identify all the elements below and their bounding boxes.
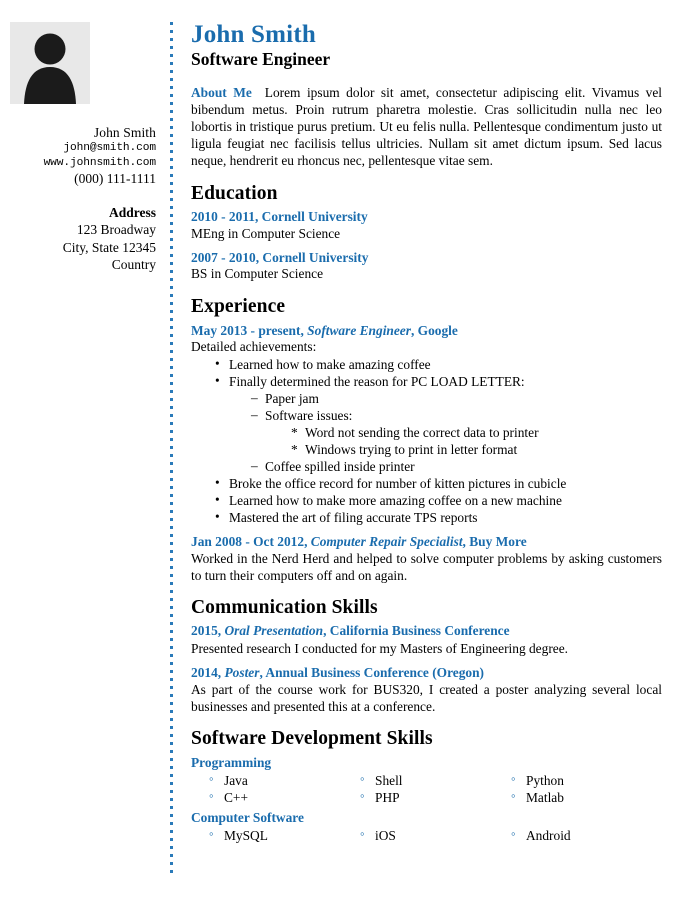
skill-group-title: Computer Software (191, 809, 304, 825)
list-item: Learned how to make amazing coffee (215, 356, 662, 373)
experience-description: Worked in the Nerd Herd and helped to so… (191, 551, 662, 584)
avatar-container (0, 22, 156, 104)
experience-entry-head: May 2013 - present, Software Engineer, G… (191, 323, 662, 339)
contact-name: John Smith (93, 125, 156, 140)
communication-year: 2015, (191, 623, 225, 639)
section-heading-dev-skills: Software Development Skills (191, 727, 433, 749)
experience-date: Jan 2008 - Oct 2012, (191, 533, 311, 549)
list-item-text: Paper jam (265, 391, 319, 406)
list-item: Word not sending the correct data to pri… (291, 424, 662, 441)
skill-item: Matlab (511, 788, 662, 806)
section-heading-education: Education (191, 182, 278, 204)
list-item-text: Learned how to make more amazing coffee … (229, 493, 562, 508)
list-item-text: Software issues: (265, 408, 352, 423)
communication-entry-head: 2014, Poster, Annual Business Conference… (191, 665, 662, 681)
sidebar: John Smith john@smith.com www.johnsmith.… (0, 22, 170, 900)
list-item-text: Finally determined the reason for PC LOA… (229, 374, 525, 389)
page-title: John Smith (191, 21, 316, 48)
education-entry: 2007 - 2010, Cornell University BS in Co… (191, 250, 662, 283)
education-entry-sub: BS in Computer Science (191, 266, 324, 282)
communication-venue: , Annual Business Conference (Oregon) (259, 664, 485, 680)
communication-entry-head: 2015, Oral Presentation, California Busi… (191, 623, 662, 639)
communication-venue: , California Business Conference (323, 623, 510, 639)
experience-entry: May 2013 - present, Software Engineer, G… (191, 323, 662, 526)
section-heading-experience: Experience (191, 296, 286, 318)
list-item-text: Windows trying to print in letter format (305, 442, 517, 457)
list-item: Software issues: Word not sending the co… (251, 407, 662, 458)
list-item: Learned how to make more amazing coffee … (215, 492, 662, 509)
skill-item: Python (511, 771, 662, 789)
skill-item: iOS (360, 826, 511, 844)
communication-entry: 2015, Oral Presentation, California Busi… (191, 623, 662, 656)
skill-item: Android (511, 826, 662, 844)
list-item-text: Mastered the art of filing accurate TPS … (229, 510, 478, 525)
skill-item: PHP (360, 788, 511, 806)
communication-entry: 2014, Poster, Annual Business Conference… (191, 665, 662, 715)
list-item-text: Word not sending the correct data to pri… (305, 425, 539, 440)
skill-group-computer-software: Computer Software MySQL iOS Android (191, 809, 662, 844)
list-item: Windows trying to print in letter format (291, 441, 662, 458)
main-column: John Smith Software Engineer About Me Lor… (191, 21, 700, 900)
communication-year: 2014, (191, 664, 225, 680)
list-item: Mastered the art of filing accurate TPS … (215, 509, 662, 526)
dotted-divider (170, 22, 173, 875)
list-item: Paper jam (251, 390, 662, 407)
communication-kind: Oral Presentation (224, 623, 324, 639)
list-item: Coffee spilled inside printer (251, 458, 662, 475)
experience-role: Software Engineer (307, 322, 411, 338)
address-block: Address 123 Broadway City, State 12345 C… (0, 204, 156, 273)
contact-phone: (000) 111-1111 (74, 170, 156, 186)
avatar (10, 22, 90, 104)
person-placeholder-icon (24, 33, 76, 104)
address-line: 123 Broadway (76, 222, 156, 238)
address-line: Country (111, 256, 156, 272)
skill-group-title: Programming (191, 755, 272, 771)
skill-group-programming: Programming Java Shell Python C++ PHP Ma… (191, 754, 662, 806)
job-title-subtitle: Software Engineer (191, 49, 331, 70)
resume-page: John Smith john@smith.com www.johnsmith.… (0, 0, 700, 900)
achievement-list: Learned how to make amazing coffee Final… (191, 356, 662, 526)
experience-date: May 2013 - present, (191, 322, 308, 338)
contact-block: John Smith john@smith.com www.johnsmith.… (0, 124, 157, 187)
list-item: Finally determined the reason for PC LOA… (215, 373, 662, 475)
skill-grid: Java Shell Python C++ PHP Matlab (209, 771, 662, 806)
experience-role: Computer Repair Specialist (310, 533, 463, 549)
education-entry-head: 2007 - 2010, Cornell University (191, 250, 369, 266)
list-item-text: Coffee spilled inside printer (265, 459, 415, 474)
achievement-subsublist: Word not sending the correct data to pri… (265, 424, 662, 458)
contact-website[interactable]: www.johnsmith.com (0, 156, 157, 170)
experience-company: , Google (410, 322, 458, 338)
about-label: About Me (191, 84, 252, 100)
about-paragraph: About Me Lorem ipsum dolor sit amet, cons… (191, 84, 662, 170)
list-item-text: Learned how to make amazing coffee (229, 357, 431, 372)
experience-entry-sub: Detailed achievements: (191, 338, 317, 354)
skill-item: C++ (209, 788, 360, 806)
address-line: City, State 12345 (62, 239, 156, 255)
experience-entry-head: Jan 2008 - Oct 2012, Computer Repair Spe… (191, 534, 662, 550)
address-heading: Address (108, 205, 156, 221)
education-entry-head: 2010 - 2011, Cornell University (191, 209, 368, 225)
skill-item: Shell (360, 771, 511, 789)
communication-description: As part of the course work for BUS320, I… (191, 681, 662, 714)
skill-item: MySQL (209, 826, 360, 844)
experience-company: , Buy More (462, 533, 527, 549)
achievement-sublist: Paper jam Software issues: Word not send… (229, 390, 662, 475)
education-entry-sub: MEng in Computer Science (191, 225, 341, 241)
experience-entry: Jan 2008 - Oct 2012, Computer Repair Spe… (191, 534, 662, 584)
communication-description: Presented research I conducted for my Ma… (191, 640, 569, 656)
communication-kind: Poster (224, 664, 260, 680)
skill-item: Java (209, 771, 360, 789)
list-item-text: Broke the office record for number of ki… (229, 476, 566, 491)
skill-grid: MySQL iOS Android (209, 826, 662, 844)
section-heading-communication: Communication Skills (191, 597, 378, 619)
contact-email[interactable]: john@smith.com (0, 141, 156, 155)
education-entry: 2010 - 2011, Cornell University MEng in … (191, 209, 662, 242)
list-item: Broke the office record for number of ki… (215, 475, 662, 492)
